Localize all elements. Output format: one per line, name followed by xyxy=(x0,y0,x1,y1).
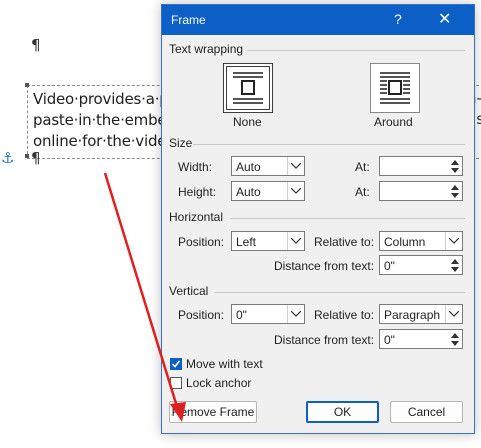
red-arrow-annotation xyxy=(103,172,186,422)
